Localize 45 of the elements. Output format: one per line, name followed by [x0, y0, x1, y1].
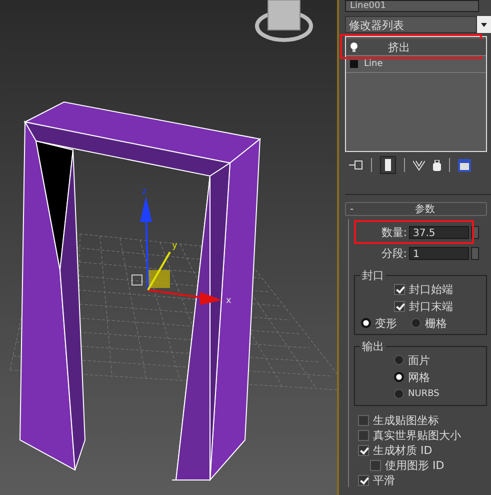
configure-icon[interactable]: [458, 158, 471, 172]
checkbox-label: 生成材质 ID: [373, 442, 432, 458]
group-title: 封口: [360, 268, 386, 283]
checkbox[interactable]: [358, 430, 369, 440]
checkbox-label: 生成贴图坐标: [373, 412, 439, 428]
object-name-field[interactable]: Line001: [345, 0, 479, 12]
stack-item[interactable]: 挤出: [346, 39, 486, 56]
number-field[interactable]: 37.5: [409, 226, 469, 238]
radio-button[interactable]: [411, 318, 421, 328]
spinner-label: 数量:: [381, 224, 407, 240]
radio-label: 栅格: [425, 316, 447, 330]
checkbox-label: 使用图形 ID: [385, 458, 444, 472]
collapse-toggle[interactable]: -: [346, 204, 364, 214]
viewcube-icon[interactable]: [255, 0, 313, 42]
radio-button[interactable]: [361, 318, 371, 328]
radio-label: 变形: [375, 316, 397, 330]
rollout-title: 参数: [414, 202, 436, 216]
group-title: 输出: [360, 339, 386, 354]
lightbulb-icon[interactable]: [350, 42, 358, 52]
checkbox[interactable]: [358, 474, 369, 486]
checkbox-label: 真实世界贴图大小: [373, 428, 461, 442]
checkbox-label: 平滑: [373, 472, 395, 488]
stack-item[interactable]: Line: [346, 56, 486, 73]
radio-button[interactable]: [394, 355, 404, 365]
radio-label: 网格: [408, 370, 430, 384]
show-end-result-button[interactable]: [380, 156, 396, 174]
checkbox-label: 封口末端: [409, 298, 453, 314]
checkbox[interactable]: [394, 284, 405, 294]
radio-label: NURBS: [408, 389, 440, 399]
checkbox-label: 封口始端: [409, 282, 453, 296]
pin-icon[interactable]: [349, 160, 363, 170]
number-field[interactable]: 1: [409, 246, 469, 260]
checkbox[interactable]: [358, 444, 369, 456]
rollout-header[interactable]: - 参数: [345, 202, 487, 216]
radio-label: 面片: [408, 352, 430, 368]
axis-label: x: [226, 296, 232, 306]
radio-button[interactable]: [394, 389, 404, 399]
checkbox[interactable]: [358, 414, 369, 426]
bar-icon: [385, 159, 391, 171]
axis-label: z: [142, 187, 147, 197]
checkbox[interactable]: [370, 460, 381, 470]
radio-button[interactable]: [394, 372, 404, 382]
checkbox[interactable]: [394, 300, 405, 312]
spinner-label: 分段:: [381, 246, 407, 260]
axis-label: y: [172, 241, 178, 251]
